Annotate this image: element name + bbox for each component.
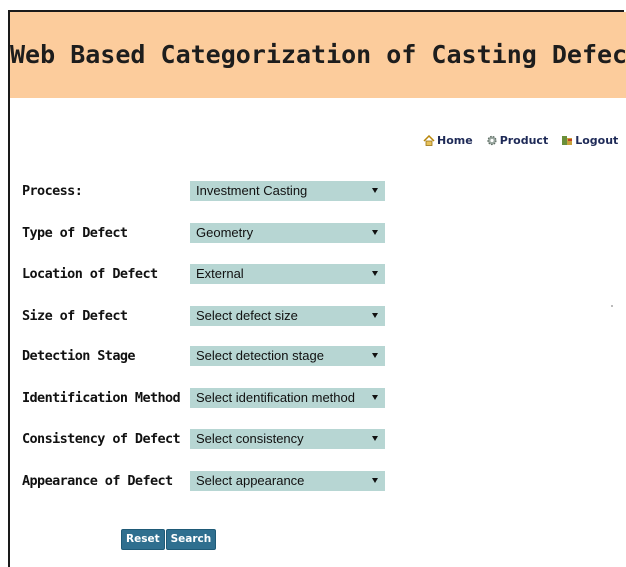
identification-method-select-value: Select identification method: [196, 390, 355, 405]
process-label: Process:: [22, 183, 83, 199]
defect-type-select[interactable]: Geometry: [190, 223, 385, 243]
search-button[interactable]: Search: [165, 529, 217, 550]
identification-method-label: Identification Method: [22, 390, 181, 406]
defect-location-select[interactable]: External: [190, 264, 385, 284]
process-select[interactable]: Investment Casting: [190, 181, 385, 201]
dropdown-arrow-icon: [372, 271, 378, 276]
consistency-select[interactable]: Select consistency: [190, 429, 385, 449]
product-link-label: Product: [499, 134, 549, 147]
home-link-label: Home: [437, 134, 473, 147]
dropdown-arrow-icon: [372, 478, 378, 483]
detection-stage-label: Detection Stage: [22, 348, 136, 364]
dropdown-arrow-icon: [372, 230, 378, 235]
defect-size-select[interactable]: Select defect size: [190, 306, 385, 326]
gear-icon: [486, 135, 498, 146]
logout-link[interactable]: Logout: [561, 134, 618, 147]
identification-method-select[interactable]: Select identification method: [190, 388, 385, 408]
logout-link-label: Logout: [575, 134, 619, 147]
defect-location-label: Location of Defect: [22, 266, 158, 282]
logout-icon: [561, 135, 573, 146]
header-banner: Web Based Categorization of Casting Defe…: [10, 12, 626, 98]
defect-size-select-value: Select defect size: [196, 308, 298, 323]
home-icon: [423, 135, 435, 146]
appearance-label: Appearance of Defect: [22, 473, 173, 489]
defect-location-select-value: External: [196, 266, 244, 281]
top-navigation: Home Product Logout: [423, 134, 618, 147]
dropdown-arrow-icon: [372, 313, 378, 318]
product-link[interactable]: Product: [486, 134, 549, 147]
defect-type-label: Type of Defect: [22, 225, 128, 241]
form-actions: Reset Search: [121, 529, 217, 550]
process-select-value: Investment Casting: [196, 183, 308, 198]
detection-stage-select-value: Select detection stage: [196, 348, 324, 363]
appearance-select[interactable]: Select appearance: [190, 471, 385, 491]
defect-type-select-value: Geometry: [196, 225, 254, 240]
stray-dot: [611, 305, 613, 307]
reset-button[interactable]: Reset: [121, 529, 165, 550]
page-title: Web Based Categorization of Casting Defe…: [10, 40, 626, 69]
dropdown-arrow-icon: [372, 353, 378, 358]
appearance-select-value: Select appearance: [196, 473, 305, 488]
consistency-label: Consistency of Defect: [22, 431, 181, 447]
dropdown-arrow-icon: [372, 188, 378, 193]
defect-size-label: Size of Defect: [22, 308, 128, 324]
detection-stage-select[interactable]: Select detection stage: [190, 346, 385, 366]
home-link[interactable]: Home: [423, 134, 473, 147]
consistency-select-value: Select consistency: [196, 431, 304, 446]
dropdown-arrow-icon: [372, 395, 378, 400]
dropdown-arrow-icon: [372, 436, 378, 441]
